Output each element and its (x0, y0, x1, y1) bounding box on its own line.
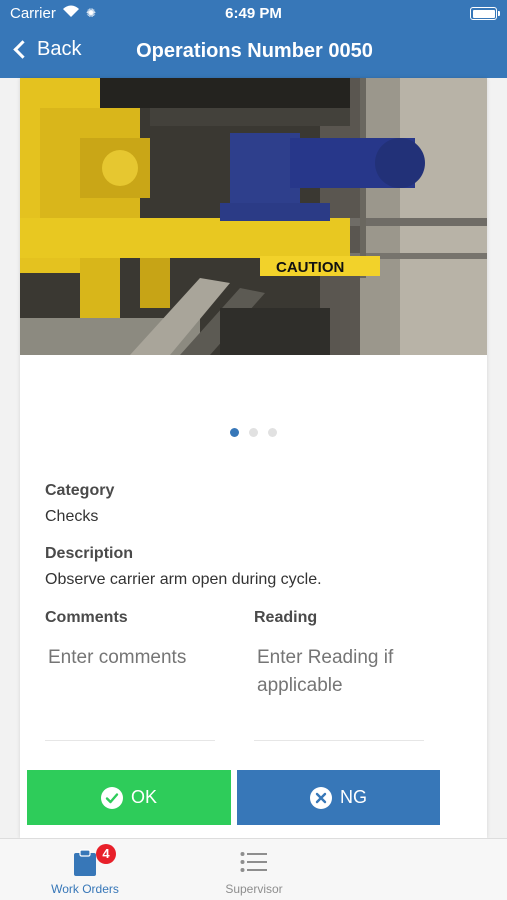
tab-supervisor[interactable]: Supervisor (169, 839, 339, 900)
status-bar: Carrier ✺ 6:49 PM (0, 0, 507, 28)
clipboard-icon (73, 849, 97, 882)
category-value: Checks (45, 508, 99, 525)
page-title: Operations Number 0050 (136, 40, 373, 62)
tab-supervisor-label: Supervisor (225, 882, 283, 896)
list-icon (240, 851, 268, 878)
comments-field[interactable] (45, 644, 215, 741)
reading-field[interactable] (254, 644, 424, 741)
description-value: Observe carrier arm open during cycle. (45, 571, 322, 588)
description-label: Description (45, 545, 134, 562)
tab-work-orders[interactable]: 4 Work Orders (0, 839, 170, 900)
page-dot-3[interactable] (268, 428, 277, 437)
page-dot-1[interactable] (230, 428, 239, 437)
ok-button[interactable]: OK (27, 770, 231, 825)
battery-icon (470, 7, 500, 20)
operation-card: CAUTION Category Checks Description Obse… (20, 78, 487, 838)
status-time: 6:49 PM (225, 5, 282, 22)
photo-page-indicator[interactable] (20, 428, 487, 437)
tab-bar: 4 Work Orders Supervisor (0, 838, 507, 900)
x-circle-icon (310, 786, 332, 809)
top-bar: Carrier ✺ 6:49 PM Back Operations Number… (0, 0, 507, 78)
ng-button[interactable]: NG (237, 770, 440, 825)
tab-work-orders-label: Work Orders (51, 882, 119, 896)
navigation-bar: Back Operations Number 0050 (0, 28, 507, 78)
work-orders-badge: 4 (96, 844, 116, 864)
comments-label: Comments (45, 609, 128, 626)
category-label: Category (45, 482, 115, 499)
page-dot-2[interactable] (249, 428, 258, 437)
check-circle-icon (100, 786, 123, 809)
ok-label: OK (130, 787, 157, 807)
ng-label: NG (340, 787, 367, 807)
operation-photo[interactable]: CAUTION (20, 78, 487, 355)
caution-tape-text: CAUTION (276, 259, 344, 276)
reading-label: Reading (254, 609, 318, 626)
